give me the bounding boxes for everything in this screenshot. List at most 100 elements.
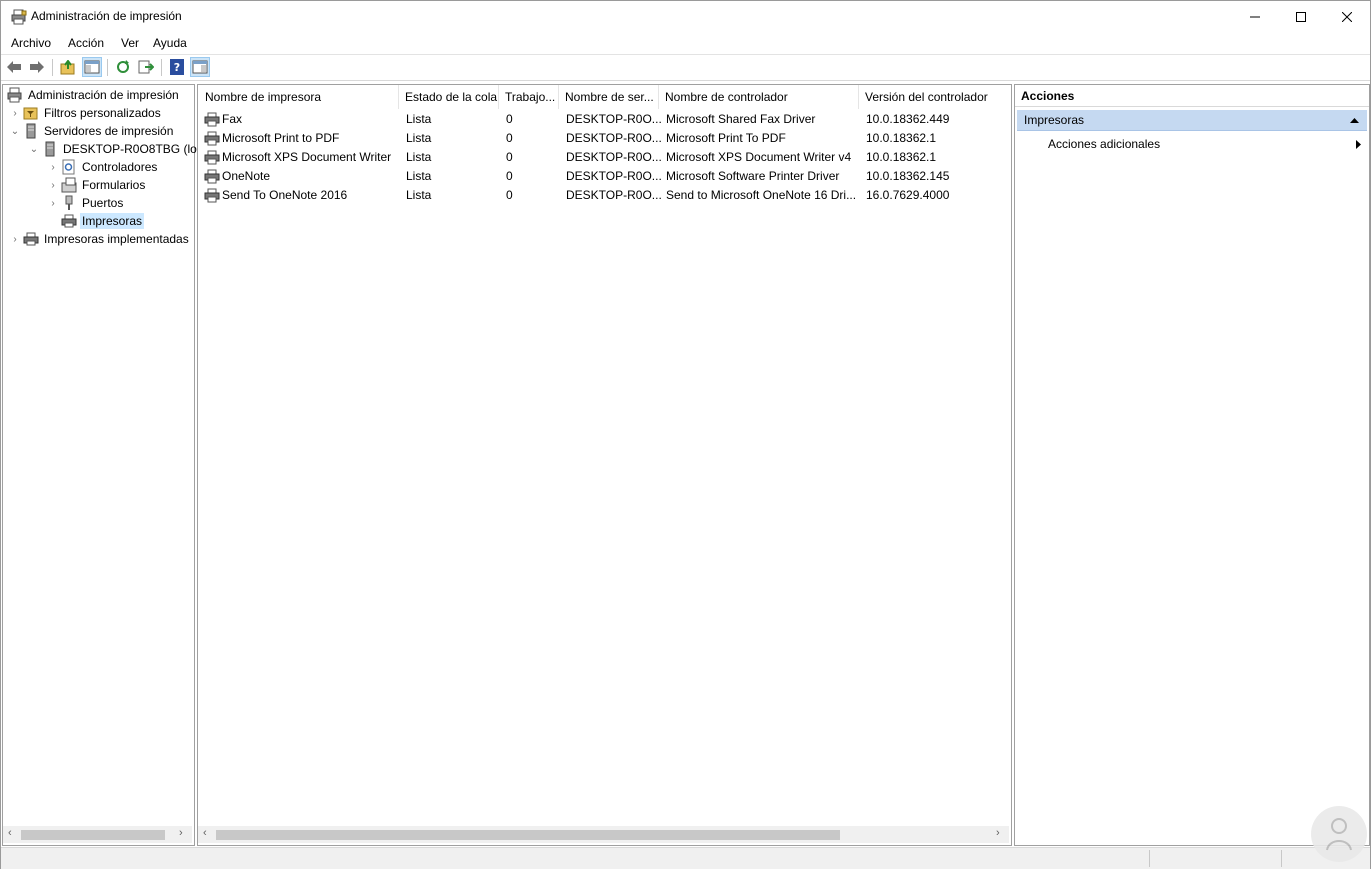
cell-driver-version: 10.0.18362.1	[866, 131, 937, 145]
scrollbar-thumb[interactable]	[216, 830, 840, 840]
tree-node-root[interactable]: Administración de impresión	[5, 86, 181, 104]
show-hide-tree-button[interactable]	[82, 57, 102, 77]
back-icon	[7, 61, 21, 73]
close-button[interactable]	[1324, 1, 1370, 32]
back-button[interactable]	[5, 58, 23, 76]
cell-queue-status: Lista	[406, 169, 432, 183]
chevron-right-icon[interactable]: ›	[9, 234, 21, 245]
scroll-right-icon[interactable]: ›	[179, 827, 183, 839]
cell-printer-name: Fax	[222, 112, 243, 126]
status-divider	[1149, 850, 1150, 867]
chevron-right-icon[interactable]: ›	[47, 198, 59, 209]
forms-icon	[61, 177, 77, 193]
column-header-server-name[interactable]: Nombre de ser...	[559, 85, 659, 109]
export-list-button[interactable]	[137, 58, 155, 76]
tree-node-printers[interactable]: Impresoras	[59, 212, 145, 230]
menu-ver[interactable]: Ver	[121, 36, 139, 50]
menu-bar: Archivo Acción Ver Ayuda	[1, 32, 1370, 55]
tree-label: Puertos	[82, 196, 124, 210]
tree-node-ports[interactable]: › Puertos	[47, 194, 125, 212]
printer-row-send-to-onenote[interactable]: Send To OneNote 2016 Lista 0 DESKTOP-R0O...…	[202, 186, 1002, 205]
more-actions-item[interactable]: Acciones adicionales	[1048, 137, 1160, 151]
scroll-right-icon[interactable]: ›	[996, 827, 1000, 839]
close-icon	[1342, 11, 1352, 22]
cell-server-name: DESKTOP-R0O...	[566, 188, 662, 202]
tree-node-server[interactable]: ⌄ DESKTOP-R0O8TBG (loc	[28, 140, 205, 158]
menu-accion[interactable]: Acción	[68, 36, 104, 50]
printer-row-print-to-pdf[interactable]: Microsoft Print to PDF Lista 0 DESKTOP-R0O.…	[202, 129, 1002, 148]
cell-printer-name: Microsoft Print to PDF	[222, 131, 340, 145]
up-folder-button[interactable]	[59, 58, 77, 76]
cell-driver-version: 10.0.18362.145	[866, 169, 950, 183]
column-header-driver-name[interactable]: Nombre de controlador	[659, 85, 859, 109]
toolbar: ?	[1, 55, 1370, 81]
cell-jobs-count: 0	[506, 188, 513, 202]
cell-queue-status: Lista	[406, 150, 432, 164]
toolbar-separator	[52, 59, 53, 76]
scroll-left-icon[interactable]: ‹	[203, 827, 207, 839]
server-icon	[45, 141, 55, 157]
cell-printer-name: OneNote	[222, 169, 271, 183]
forward-button[interactable]	[28, 58, 46, 76]
column-header-jobs[interactable]: Trabajo...	[499, 85, 559, 109]
cell-jobs-count: 0	[506, 131, 513, 145]
cell-jobs-count: 0	[506, 169, 513, 183]
printer-icon	[204, 150, 220, 165]
cell-server-name: DESKTOP-R0O...	[566, 131, 662, 145]
chevron-right-icon[interactable]: ›	[9, 108, 21, 119]
actions-section-printers[interactable]: Impresoras	[1017, 110, 1367, 131]
chevron-right-icon[interactable]: ›	[47, 180, 59, 191]
cell-driver-version: 16.0.7629.4000	[866, 188, 950, 202]
scrollbar-thumb[interactable]	[21, 830, 165, 840]
cell-driver-name: Send to Microsoft OneNote 16 Dri...	[666, 188, 857, 202]
refresh-button[interactable]	[114, 58, 132, 76]
submenu-arrow-icon[interactable]	[1356, 140, 1361, 149]
tree-node-deployed[interactable]: › Impresoras implementadas	[9, 230, 191, 248]
scroll-left-icon[interactable]: ‹	[8, 827, 12, 839]
menu-ayuda[interactable]: Ayuda	[153, 36, 187, 50]
printer-row-fax[interactable]: Fax Lista 0 DESKTOP-R0O... Microsoft Shared …	[202, 110, 1002, 129]
printers-list-pane: Nombre de impresora Estado de la cola Tr…	[197, 84, 1012, 846]
cell-driver-version: 10.0.18362.449	[866, 112, 950, 126]
minimize-button[interactable]	[1232, 1, 1278, 32]
server-icon	[26, 123, 36, 139]
cell-driver-name: Microsoft Print To PDF	[666, 131, 786, 145]
print-management-window: Administración de impresión Archivo Acci…	[0, 0, 1371, 869]
watermark-logo	[1311, 806, 1367, 862]
title-bar: Administración de impresión	[1, 1, 1370, 32]
chevron-down-icon[interactable]: ⌄	[9, 126, 21, 137]
column-header-driver-version[interactable]: Versión del controlador	[859, 85, 999, 109]
status-bar	[1, 847, 1370, 869]
help-button[interactable]: ?	[168, 58, 186, 76]
help-icon: ?	[170, 59, 184, 75]
printer-icon	[204, 112, 220, 127]
cell-queue-status: Lista	[406, 131, 432, 145]
printer-row-onenote[interactable]: OneNote Lista 0 DESKTOP-R0O... Microsoft Sof…	[202, 167, 1002, 186]
tree-label: Servidores de impresión	[44, 124, 174, 138]
tree-horizontal-scrollbar[interactable]: ‹ ›	[3, 826, 192, 843]
chevron-down-icon[interactable]: ⌄	[28, 144, 40, 155]
svg-text:?: ?	[174, 61, 180, 74]
tree-node-filters[interactable]: › Filtros personalizados	[9, 104, 163, 122]
drivers-icon	[62, 159, 75, 175]
list-horizontal-scrollbar[interactable]: ‹ ›	[198, 826, 1009, 843]
console-tree-pane: Administración de impresión › Filtros pe…	[2, 84, 203, 846]
menu-archivo[interactable]: Archivo	[11, 36, 51, 50]
cell-jobs-count: 0	[506, 150, 513, 164]
maximize-icon	[1296, 11, 1306, 22]
tree-node-drivers[interactable]: › Controladores	[47, 158, 159, 176]
column-header-queue-status[interactable]: Estado de la cola	[399, 85, 499, 109]
chevron-right-icon[interactable]: ›	[47, 162, 59, 173]
tree-node-forms[interactable]: › Formularios	[47, 176, 147, 194]
tree-label: Filtros personalizados	[44, 106, 161, 120]
maximize-button[interactable]	[1278, 1, 1324, 32]
tree-node-servers[interactable]: ⌄ Servidores de impresión	[9, 122, 175, 140]
show-hide-action-pane-button[interactable]	[190, 57, 210, 77]
window-title: Administración de impresión	[31, 9, 182, 23]
cell-driver-name: Microsoft XPS Document Writer v4	[666, 150, 852, 164]
collapse-up-icon[interactable]	[1350, 118, 1359, 123]
cell-server-name: DESKTOP-R0O...	[566, 112, 662, 126]
printer-row-xps-writer[interactable]: Microsoft XPS Document Writer Lista 0 DESKT…	[202, 148, 1002, 167]
column-header-printer-name[interactable]: Nombre de impresora	[199, 85, 399, 109]
show-hide-action-pane-icon	[192, 60, 208, 74]
